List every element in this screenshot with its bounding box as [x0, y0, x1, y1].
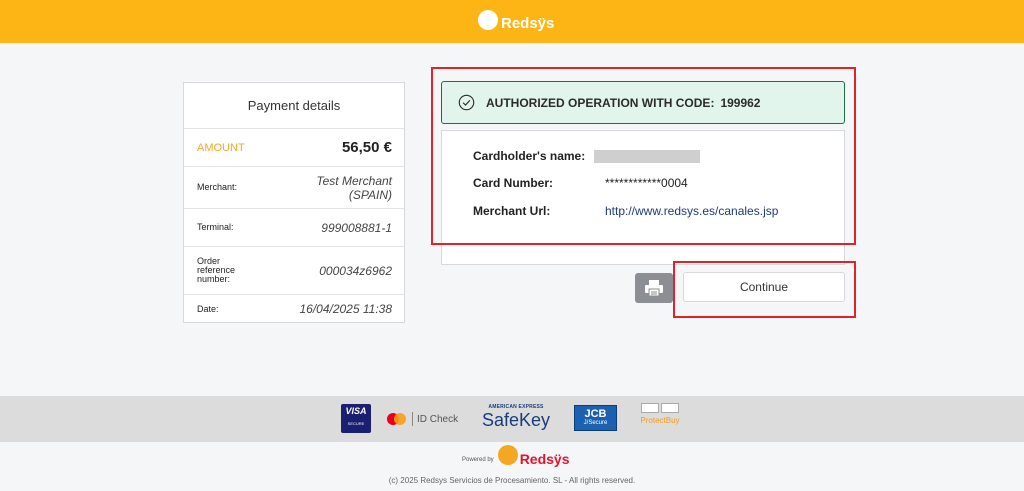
safekey-text: SafeKey — [481, 410, 551, 430]
amount-label: AMOUNT — [197, 141, 245, 154]
copyright-text: (c) 2025 Redsys Servicios de Procesamien… — [388, 476, 636, 485]
visa-secure-logo: VISA SECURE — [341, 404, 371, 433]
order-value: 000034z6962 — [319, 263, 392, 278]
terminal-value: 999008881-1 — [321, 220, 392, 235]
protectbuy-text: ProtectBuy — [640, 416, 680, 425]
order-label: Order reference number: — [197, 256, 236, 284]
date-value: 16/04/2025 11:38 — [299, 302, 392, 316]
mastercard-divider — [412, 412, 413, 426]
printer-icon — [645, 280, 663, 297]
id-check-text: ID Check — [417, 413, 459, 425]
payment-details-title: Payment details — [184, 83, 404, 129]
terminal-label: Terminal: — [197, 222, 234, 232]
powered-by-logo: Powered by Redsÿs — [462, 445, 570, 467]
payment-details-panel: Payment details AMOUNT 56,50 € Merchant:… — [183, 82, 405, 323]
highlight-box-continue — [673, 261, 856, 318]
visa-secure-text: SECURE — [347, 421, 365, 426]
amount-value: 56,50 € — [341, 139, 392, 156]
discover-cards-icon — [640, 403, 680, 413]
amount-row: AMOUNT 56,50 € — [184, 129, 404, 167]
date-row: Date: 16/04/2025 11:38 — [184, 295, 404, 323]
mastercard-orange-circle-icon — [394, 413, 406, 425]
amex-safekey-logo: AMERICAN EXPRESS SafeKey — [476, 404, 556, 430]
order-row: Order reference number: 000034z6962 — [184, 247, 404, 295]
date-label: Date: — [197, 303, 219, 314]
merchant-value: Test Merchant (SPAIN) — [316, 173, 392, 202]
merchant-row: Merchant: Test Merchant (SPAIN) — [184, 167, 404, 209]
redsys-dot-icon — [497, 445, 518, 465]
print-button[interactable] — [635, 273, 673, 303]
logo-text: Redsÿs — [501, 15, 555, 32]
jsecure-text: J/Secure — [583, 420, 608, 426]
powered-by-label: Powered by — [462, 457, 494, 463]
protectbuy-logo: ProtectBuy — [636, 403, 684, 425]
header-bar: Redsÿs — [0, 0, 1024, 43]
redsys-logo: Redsÿs — [478, 8, 554, 32]
highlight-box-result — [431, 67, 856, 245]
jcb-text: JCB — [584, 408, 607, 420]
merchant-label: Merchant: — [197, 182, 238, 192]
terminal-row: Terminal: 999008881-1 — [184, 209, 404, 247]
card-brands-bar: VISA SECURE ID Check AMERICAN EXPRESS Sa… — [0, 396, 1024, 442]
mastercard-id-check-logo: ID Check — [387, 412, 458, 426]
visa-logo-text: VISA — [345, 406, 367, 416]
logo-dot-icon — [478, 10, 498, 30]
jcb-secure-logo: JCB J/Secure — [574, 405, 617, 431]
powered-by-brand: Redsÿs — [519, 451, 570, 467]
